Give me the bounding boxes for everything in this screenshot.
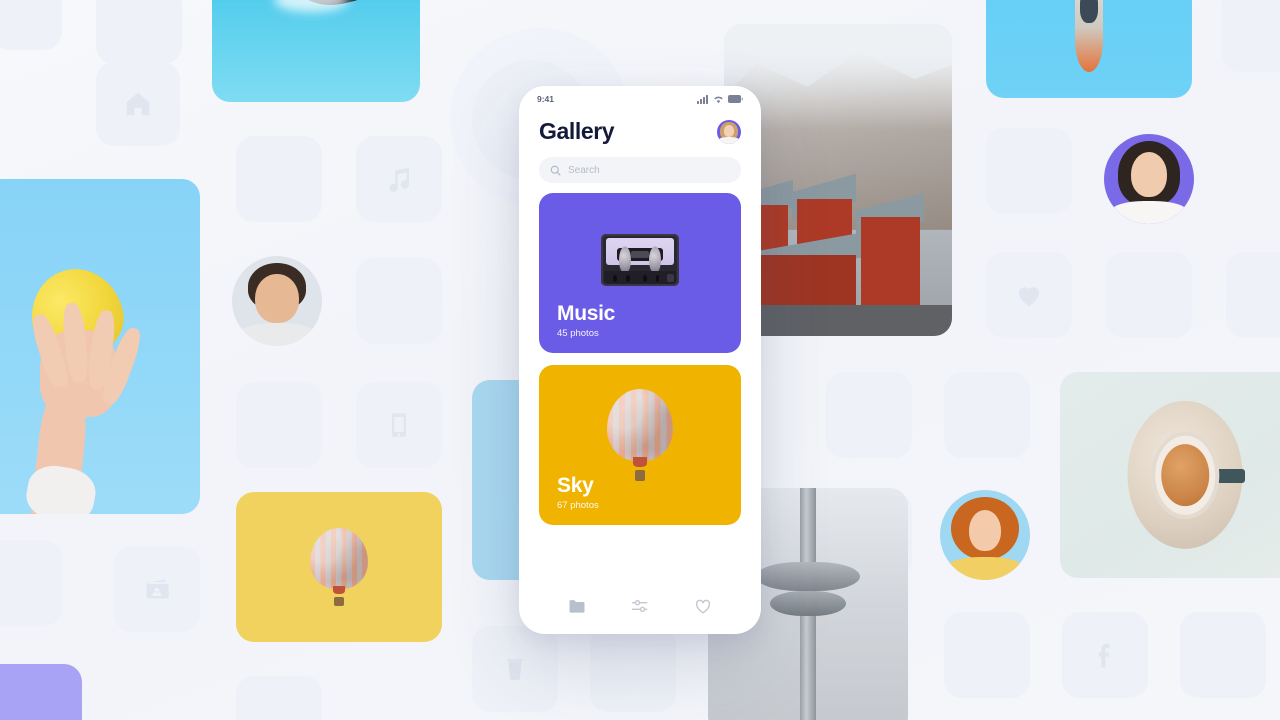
search-bar[interactable] (539, 157, 741, 183)
placeholder-tile (0, 540, 62, 626)
battery-icon (728, 95, 743, 103)
tile-home (96, 62, 180, 146)
hot-air-balloon-icon (310, 528, 368, 606)
search-icon (550, 165, 561, 176)
purple-tile (0, 664, 82, 720)
screen: 9:41 Gallery Search Music 45 photos Sky … (0, 0, 1280, 720)
album-title: Sky (557, 473, 594, 497)
phone-mockup: 9:41 Gallery Search Music 45 photos Sky … (519, 86, 761, 634)
placeholder-tile (1226, 252, 1280, 338)
tile-phone (356, 382, 442, 468)
placeholder-tile (0, 0, 62, 50)
tab-sliders[interactable] (630, 596, 650, 616)
tile-trash (472, 626, 558, 712)
placeholder-tile (236, 136, 322, 222)
placeholder-tile (944, 372, 1030, 458)
album-card-music[interactable]: Music 45 photos (539, 193, 741, 353)
coffee-cup-photo (1060, 372, 1280, 578)
tab-favorites[interactable] (693, 596, 713, 616)
heart-icon (693, 596, 713, 616)
placeholder-tile (826, 372, 912, 458)
page-title: Gallery (539, 118, 615, 144)
search-input[interactable] (568, 164, 730, 176)
album-count: 45 photos (557, 328, 599, 339)
avatar-woman-blue (940, 490, 1030, 580)
placeholder-tile (944, 612, 1030, 698)
music-note-icon (384, 164, 414, 194)
tab-folder[interactable] (567, 596, 587, 616)
contact-card-icon (143, 575, 171, 603)
album-list: Music 45 photos Sky 67 photos (519, 183, 761, 582)
status-time: 9:41 (537, 94, 555, 104)
placeholder-tile (590, 626, 676, 712)
hot-air-balloon-icon (607, 389, 673, 482)
wifi-icon (713, 95, 724, 104)
status-bar: 9:41 (519, 86, 761, 112)
balloon-yellow-photo (236, 492, 442, 642)
sliders-icon (630, 596, 650, 616)
placeholder-tile (96, 0, 182, 64)
avatar-man (232, 256, 322, 346)
profile-avatar[interactable] (717, 119, 741, 144)
heart-icon (1014, 280, 1044, 310)
tile-contacts (114, 546, 200, 632)
album-count: 67 photos (557, 500, 599, 511)
app-header: Gallery (519, 112, 761, 145)
facebook-icon (1090, 640, 1120, 670)
whale-ocean-photo (212, 0, 420, 102)
kayak-water-photo (986, 0, 1192, 98)
tile-music (356, 136, 442, 222)
trash-icon (502, 656, 528, 682)
placeholder-tile (1106, 252, 1192, 338)
signal-icon (697, 94, 709, 104)
tile-facebook (1062, 612, 1148, 698)
placeholder-tile (236, 382, 322, 468)
placeholder-tile (236, 676, 322, 720)
bottom-nav (519, 582, 761, 634)
album-title: Music (557, 301, 616, 325)
tile-heart (986, 252, 1072, 338)
avatar-woman-purple (1104, 134, 1194, 224)
lemon-hand-photo (0, 179, 200, 514)
placeholder-tile (1222, 0, 1280, 72)
folder-icon (567, 596, 587, 616)
cassette-tape-icon (601, 234, 679, 287)
placeholder-tile (986, 128, 1072, 214)
phone-icon (385, 411, 413, 439)
placeholder-tile (356, 258, 442, 344)
home-icon (123, 89, 153, 119)
album-card-sky[interactable]: Sky 67 photos (539, 365, 741, 525)
placeholder-tile (1180, 612, 1266, 698)
